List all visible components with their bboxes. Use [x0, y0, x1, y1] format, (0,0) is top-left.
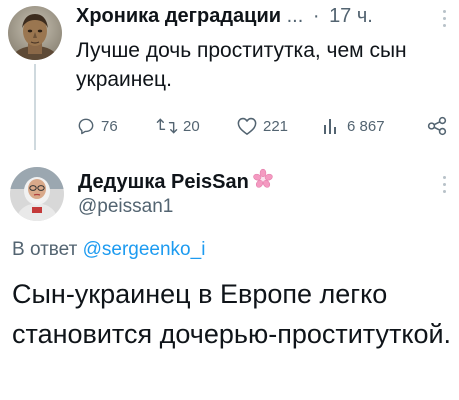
author-name[interactable]: Дедушка PeisSan	[78, 168, 274, 196]
parent-tweet[interactable]: Хроника деградации ... · 17 ч. Лучше доч…	[0, 0, 459, 152]
tweet-actions: 76 20 221 6 867	[76, 112, 454, 140]
share-button[interactable]	[426, 112, 453, 140]
share-icon	[427, 116, 447, 136]
tweet-text: Лучше дочь проститутка, чем сын украинец…	[76, 39, 407, 91]
retweet-button[interactable]: 20	[156, 112, 200, 140]
avatar-image	[10, 167, 64, 221]
retweet-icon	[156, 118, 178, 134]
like-count: 221	[263, 117, 289, 135]
views-icon	[324, 119, 336, 134]
avatar-image	[8, 6, 62, 60]
retweet-count: 20	[183, 117, 200, 135]
more-icon[interactable]	[443, 176, 447, 194]
avatar[interactable]	[10, 167, 64, 221]
tweet-header: Хроника деградации ... · 17 ч.	[76, 4, 446, 28]
reply-count: 76	[101, 117, 118, 135]
reply-to-link[interactable]: @sergeenko_i	[83, 239, 206, 260]
name-truncation: ...	[286, 5, 304, 27]
like-icon	[237, 117, 257, 135]
views-count: 6 867	[347, 117, 385, 135]
reply-icon	[78, 118, 94, 135]
avatar[interactable]	[8, 6, 62, 60]
tweet-text: Сын-украинец в Европе легко становится д…	[12, 279, 452, 349]
sakura-icon	[252, 168, 274, 196]
author-name[interactable]: Хроника деградации	[76, 5, 281, 27]
views-button[interactable]: 6 867	[322, 112, 385, 140]
author-name-text: Дедушка PeisSan	[78, 171, 249, 193]
more-icon[interactable]	[443, 10, 447, 28]
tweet-timestamp[interactable]: 17 ч.	[329, 5, 373, 27]
like-button[interactable]: 221	[236, 112, 288, 140]
replying-to: В ответ @sergeenko_i	[12, 238, 205, 262]
header-separator: ·	[312, 5, 320, 27]
reply-prefix: В ответ	[12, 239, 78, 260]
author-handle[interactable]: @peissan1	[78, 196, 173, 218]
reply-button[interactable]: 76	[76, 112, 118, 140]
thread-connector-line	[34, 64, 36, 150]
